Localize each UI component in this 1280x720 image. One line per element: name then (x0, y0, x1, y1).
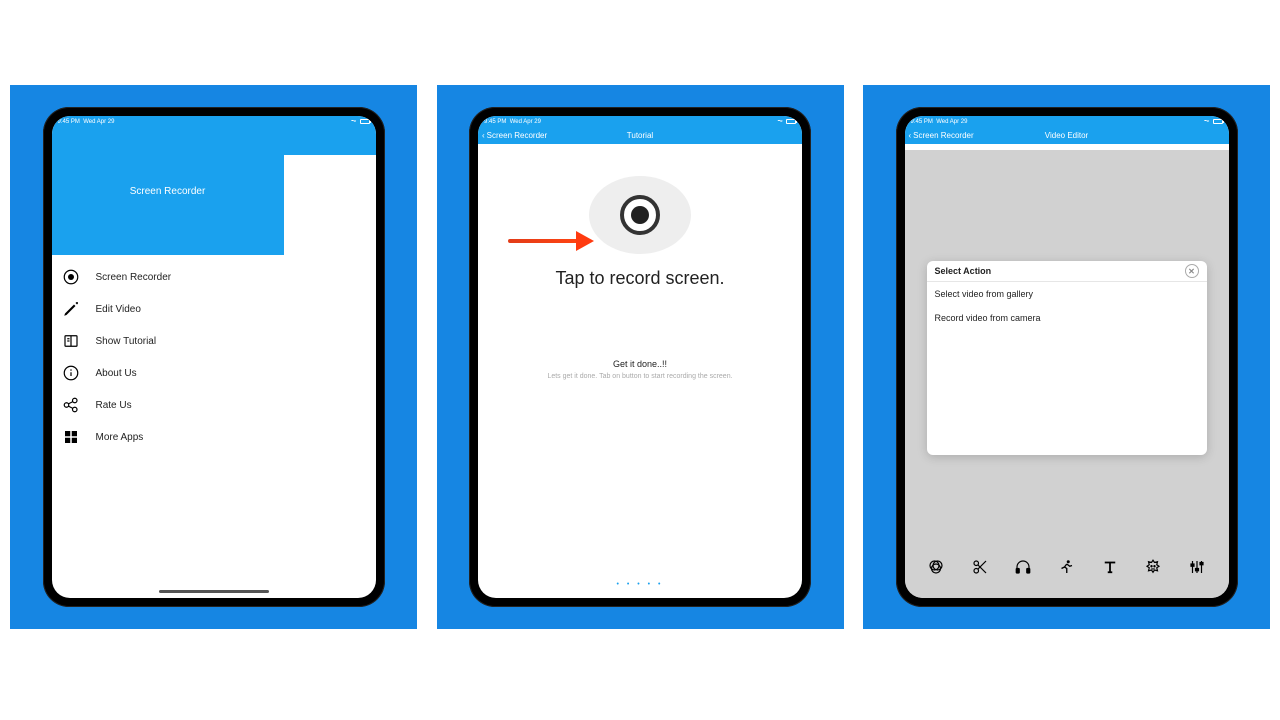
arrow-annotation (508, 234, 598, 248)
sidebar-item-label: Edit Video (96, 304, 141, 315)
tutorial-subtext: Lets get it done. Tab on button to start… (478, 373, 802, 380)
book-icon (62, 332, 80, 350)
status-time: 9:45 PM (484, 119, 506, 125)
tutorial-subtitle: Get it done..!! (478, 359, 802, 369)
action-sheet: Select Action ✕ Select video from galler… (927, 261, 1207, 455)
sidebar-item-show-tutorial[interactable]: Show Tutorial (52, 325, 376, 357)
sheet-title: Select Action (935, 266, 992, 276)
page-dots[interactable]: • • • • • (478, 581, 802, 588)
ipad-frame: 9:45 PM Wed Apr 29 ‹ Screen Recorder Vid… (896, 107, 1238, 607)
screenshot-2: 9:45 PM Wed Apr 29 ‹ Screen Recorder Tut… (437, 85, 844, 629)
close-icon: ✕ (1188, 267, 1195, 276)
record-icon (62, 268, 80, 286)
battery-icon (786, 119, 796, 124)
headphones-icon (1014, 558, 1032, 576)
editor-toolbar (905, 550, 1229, 584)
scissors-icon (971, 558, 989, 576)
overlap-circles-icon (927, 558, 945, 576)
option-label: Select video from gallery (935, 289, 1034, 299)
editor-body: Select Action ✕ Select video from galler… (905, 144, 1229, 598)
ipad-frame: 9:45 PM Wed Apr 29 Screen Recorder Scree… (43, 107, 385, 607)
option-label: Record video from camera (935, 313, 1041, 323)
status-bar: 9:45 PM Wed Apr 29 (52, 116, 376, 127)
wifi-icon (351, 118, 357, 126)
sidebar-item-edit-video[interactable]: Edit Video (52, 293, 376, 325)
nav-title: Video Editor (905, 131, 1229, 140)
screenshot-1: 9:45 PM Wed Apr 29 Screen Recorder Scree… (10, 85, 417, 629)
sidebar-item-more-apps[interactable]: More Apps (52, 421, 376, 453)
status-date: Wed Apr 29 (936, 119, 967, 125)
status-bar: 9:45 PM Wed Apr 29 (905, 116, 1229, 127)
tool-adjust[interactable] (1186, 556, 1208, 578)
battery-icon (360, 119, 370, 124)
tutorial-headline: Tap to record screen. (478, 268, 802, 289)
status-date: Wed Apr 29 (510, 119, 541, 125)
sidebar-item-label: Show Tutorial (96, 336, 157, 347)
status-bar: 9:45 PM Wed Apr 29 (478, 116, 802, 127)
status-date: Wed Apr 29 (83, 119, 114, 125)
sheet-header: Select Action ✕ (927, 261, 1207, 282)
option-select-from-gallery[interactable]: Select video from gallery (927, 282, 1207, 306)
sidebar-item-label: About Us (96, 368, 137, 379)
content-peek (284, 155, 376, 255)
share-icon (62, 396, 80, 414)
sidebar-menu: Screen Recorder Edit Video Show Tutorial (52, 255, 376, 453)
screen-tutorial: 9:45 PM Wed Apr 29 ‹ Screen Recorder Tut… (478, 116, 802, 598)
sidebar-item-rate-us[interactable]: Rate Us (52, 389, 376, 421)
screenshot-3: 9:45 PM Wed Apr 29 ‹ Screen Recorder Vid… (863, 85, 1270, 629)
sidebar-item-about-us[interactable]: About Us (52, 357, 376, 389)
tool-sticker[interactable] (1142, 556, 1164, 578)
pencil-icon (62, 300, 80, 318)
wifi-icon (1204, 118, 1210, 126)
tutorial-body: Tap to record screen. Get it done..!! Le… (478, 176, 802, 598)
sidebar-item-label: More Apps (96, 432, 144, 443)
screen-sidebar: 9:45 PM Wed Apr 29 Screen Recorder Scree… (52, 116, 376, 598)
record-button[interactable] (589, 176, 691, 254)
app-title: Screen Recorder (52, 186, 284, 197)
sidebar-header: Screen Recorder (52, 127, 376, 255)
sticker-icon (1144, 558, 1162, 576)
tool-filter[interactable] (925, 556, 947, 578)
record-icon (620, 195, 660, 235)
nav-bar: ‹ Screen Recorder Tutorial (478, 127, 802, 144)
running-icon (1057, 558, 1075, 576)
screen-video-editor: 9:45 PM Wed Apr 29 ‹ Screen Recorder Vid… (905, 116, 1229, 598)
option-record-from-camera[interactable]: Record video from camera (927, 306, 1207, 330)
tool-text[interactable] (1099, 556, 1121, 578)
wifi-icon (777, 118, 783, 126)
home-indicator[interactable] (159, 590, 269, 593)
sidebar-item-label: Rate Us (96, 400, 132, 411)
battery-icon (1213, 119, 1223, 124)
status-time: 9:45 PM (911, 119, 933, 125)
tool-cut[interactable] (969, 556, 991, 578)
close-button[interactable]: ✕ (1185, 264, 1199, 278)
nav-title: Tutorial (478, 131, 802, 140)
text-icon (1101, 558, 1119, 576)
sidebar-item-label: Screen Recorder (96, 272, 172, 283)
info-icon (62, 364, 80, 382)
apps-icon (62, 428, 80, 446)
tool-speed[interactable] (1055, 556, 1077, 578)
nav-bar: ‹ Screen Recorder Video Editor (905, 127, 1229, 144)
tool-audio[interactable] (1012, 556, 1034, 578)
ipad-frame: 9:45 PM Wed Apr 29 ‹ Screen Recorder Tut… (469, 107, 811, 607)
sliders-icon (1188, 558, 1206, 576)
status-time: 9:45 PM (58, 119, 80, 125)
sidebar-item-screen-recorder[interactable]: Screen Recorder (52, 261, 376, 293)
white-strip (905, 144, 1229, 150)
